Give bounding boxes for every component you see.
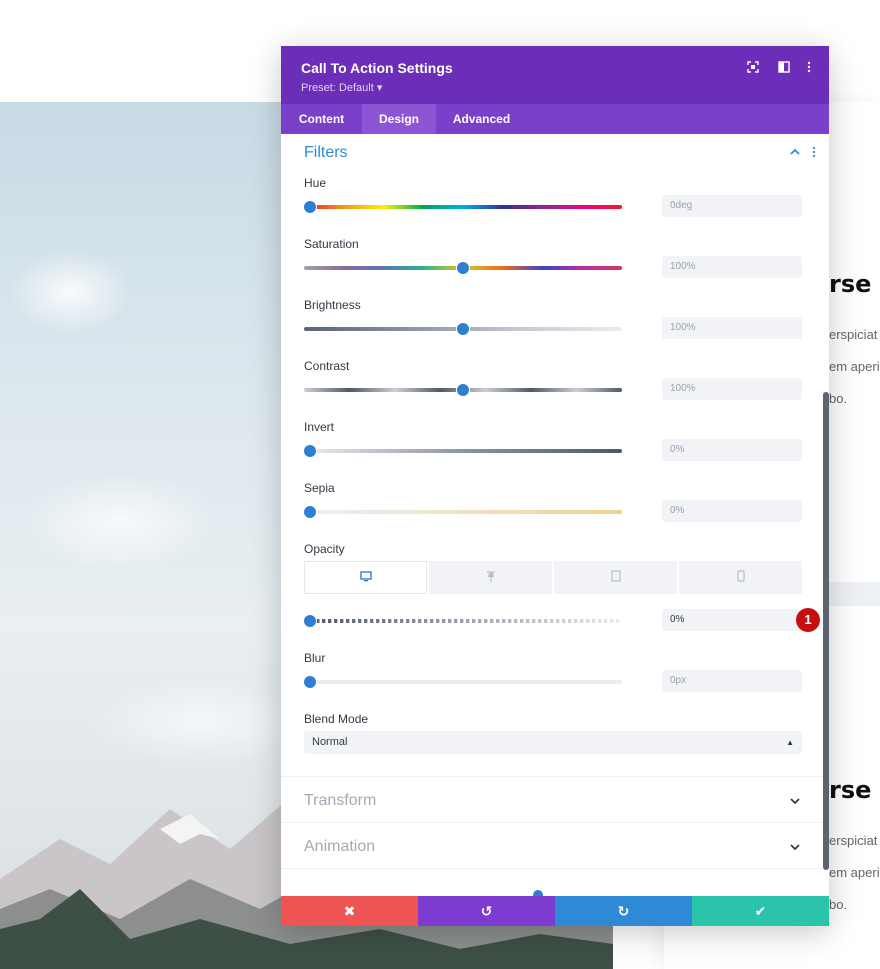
modal-footer: ✖ ↺ ↻ ✔	[281, 896, 829, 926]
invert-label: Invert	[304, 420, 335, 434]
filters-section-title[interactable]: Filters	[304, 144, 348, 162]
more-vertical-icon[interactable]	[802, 61, 816, 75]
section-divider	[281, 822, 829, 823]
chevron-down-icon[interactable]	[789, 841, 801, 853]
transform-section-title[interactable]: Transform	[304, 792, 376, 810]
course-text-1c: bo.	[829, 391, 848, 406]
saturation-label: Saturation	[304, 237, 359, 251]
tab-design[interactable]: Design	[362, 104, 436, 134]
contrast-input[interactable]: 100%	[662, 378, 802, 400]
modal-header[interactable]: Call To Action Settings Preset: Default …	[281, 46, 829, 104]
brightness-slider-thumb[interactable]	[457, 323, 469, 335]
opacity-input[interactable]: 0%	[662, 609, 802, 631]
invert-slider[interactable]	[304, 449, 622, 453]
sepia-input[interactable]: 0%	[662, 500, 802, 522]
invert-slider-thumb[interactable]	[304, 445, 316, 457]
section-more-icon[interactable]	[810, 146, 818, 158]
course-text-1b: em aperi	[829, 359, 880, 374]
page-divider	[829, 582, 880, 606]
contrast-slider-thumb[interactable]	[457, 384, 469, 396]
modal-title: Call To Action Settings	[301, 60, 453, 76]
contrast-label: Contrast	[304, 359, 350, 373]
undo-icon: ↺	[480, 903, 493, 919]
redo-icon: ↻	[617, 903, 630, 919]
check-icon: ✔	[754, 903, 767, 919]
tab-content[interactable]: Content	[281, 104, 362, 134]
phone-icon	[736, 569, 745, 587]
sepia-slider[interactable]	[304, 510, 622, 514]
select-arrows-icon: ▲	[786, 738, 794, 747]
redo-button[interactable]: ↻	[555, 896, 692, 926]
blur-input[interactable]: 0px	[662, 670, 802, 692]
sepia-slider-thumb[interactable]	[304, 506, 316, 518]
course-text-2c: bo.	[829, 897, 848, 912]
chevron-down-icon[interactable]	[789, 795, 801, 807]
invert-input[interactable]: 0%	[662, 439, 802, 461]
step-badge: 1	[796, 608, 820, 632]
device-tab-phone[interactable]	[679, 561, 802, 594]
opacity-label: Opacity	[304, 542, 345, 556]
device-tab-hover[interactable]	[429, 561, 552, 594]
hue-slider-thumb[interactable]	[304, 201, 316, 213]
saturation-input[interactable]: 100%	[662, 256, 802, 278]
blend-mode-select[interactable]: Normal ▲	[304, 731, 802, 754]
device-tab-tablet[interactable]	[554, 561, 677, 594]
device-tabs	[304, 561, 802, 594]
blend-mode-value: Normal	[312, 736, 348, 748]
course-text-2b: em aperi	[829, 865, 880, 880]
settings-body[interactable]: Filters Hue 0deg Saturation 100% Brightn…	[281, 134, 829, 896]
hover-pin-icon	[486, 569, 496, 587]
preset-selector[interactable]: Preset: Default ▾	[301, 81, 382, 94]
hue-slider[interactable]	[304, 205, 622, 209]
settings-tabs: Content Design Advanced	[281, 104, 829, 134]
brightness-input[interactable]: 100%	[662, 317, 802, 339]
sepia-label: Sepia	[304, 481, 335, 495]
course-text-2a: erspiciat	[829, 833, 878, 848]
course-heading-1: rse I	[829, 270, 880, 298]
saturation-slider-thumb[interactable]	[457, 262, 469, 274]
save-button[interactable]: ✔	[692, 896, 829, 926]
discard-button[interactable]: ✖	[281, 896, 418, 926]
blur-slider-thumb[interactable]	[304, 676, 316, 688]
chevron-up-icon[interactable]	[789, 146, 801, 158]
course-text-1a: erspiciat	[829, 327, 878, 342]
undo-button[interactable]: ↺	[418, 896, 555, 926]
hue-input[interactable]: 0deg	[662, 195, 802, 217]
blend-mode-label: Blend Mode	[304, 712, 369, 726]
section-divider	[281, 868, 829, 869]
opacity-slider-thumb[interactable]	[304, 615, 316, 627]
course-heading-2: rse 2	[829, 776, 880, 804]
opacity-slider[interactable]	[304, 619, 622, 623]
desktop-icon	[359, 569, 372, 587]
blur-slider[interactable]	[304, 680, 622, 684]
sidebar-layout-icon[interactable]	[777, 61, 791, 75]
tablet-icon	[610, 569, 621, 587]
hue-label: Hue	[304, 176, 327, 190]
brightness-label: Brightness	[304, 298, 361, 312]
animation-section-title[interactable]: Animation	[304, 838, 375, 856]
tab-advanced[interactable]: Advanced	[436, 104, 527, 134]
close-icon: ✖	[343, 903, 356, 919]
blur-label: Blur	[304, 651, 326, 665]
settings-modal: Call To Action Settings Preset: Default …	[281, 46, 829, 926]
section-divider	[281, 776, 829, 777]
focus-icon[interactable]	[746, 61, 760, 75]
scrollbar[interactable]	[823, 392, 829, 870]
device-tab-desktop[interactable]	[304, 561, 427, 594]
